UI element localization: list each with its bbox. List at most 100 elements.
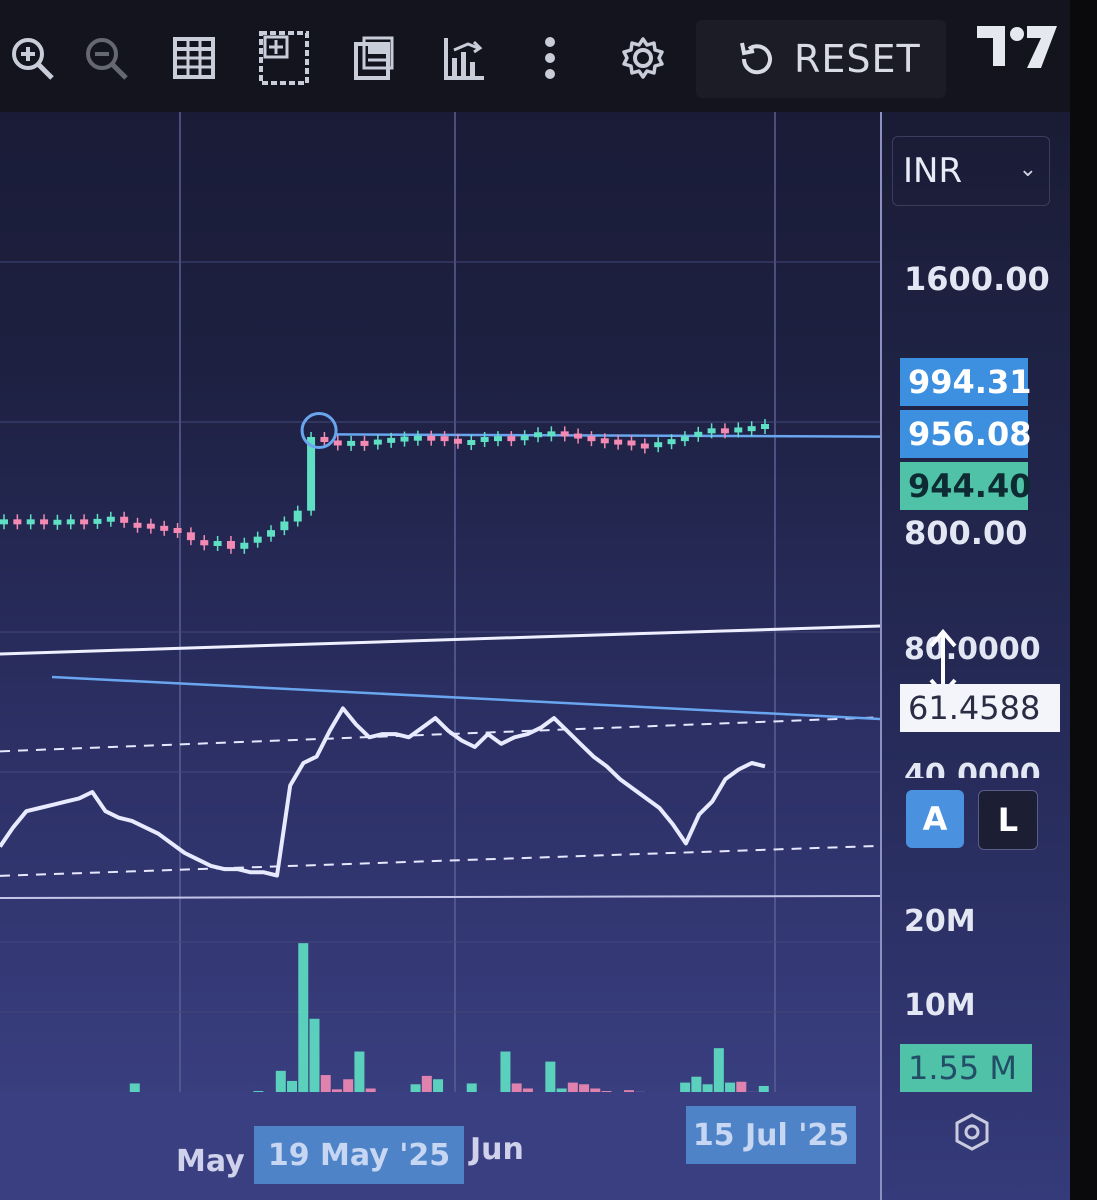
candle [40,519,49,525]
candle [267,530,276,537]
candle [186,532,195,541]
more-button[interactable] [530,30,570,86]
reset-button[interactable]: RESET [696,20,946,98]
price-tag-last: 944.40 [900,462,1031,510]
candle [707,428,716,434]
time-label-jun: Jun [470,1132,524,1167]
price-label-low: 800.00 [904,514,1028,552]
zoom-in-icon [12,38,54,80]
candle [413,435,422,441]
candle [360,440,369,446]
candle [587,436,596,442]
candle [226,541,235,549]
candle [440,436,449,442]
candle [640,443,649,449]
rsi-label-low: 40.0000 [904,758,1041,778]
candle [627,440,636,446]
candle [493,436,502,442]
price-pane [0,412,880,554]
candle [680,436,689,442]
candle [373,439,382,445]
currency-select[interactable]: INR ⌄ [892,136,1050,206]
price-label-top: 1600.00 [904,260,1050,298]
news-button[interactable] [348,30,400,86]
candle [507,436,516,442]
candle [734,427,743,433]
candle [560,431,569,437]
chevron-down-icon: ⌄ [1018,157,1037,182]
chart-settings-icon[interactable] [952,1112,992,1152]
candle [0,519,8,525]
price-tag-mid: 956.08 [900,410,1031,458]
volume-label-mid: 10M [904,988,976,1023]
candle [534,432,543,438]
pane-separator-2[interactable] [0,895,880,899]
candle [253,536,262,543]
candle [280,521,289,531]
candle [120,516,129,523]
candle [13,519,22,525]
indicators-icon [444,38,484,80]
candle [26,519,35,525]
time-badge-crosshair: 19 May '25 [254,1126,464,1184]
candle [133,522,142,528]
log-scale-button[interactable]: L [978,790,1038,850]
candle [694,431,703,437]
candle [320,437,329,442]
time-axis[interactable]: May 19 May '25 Jun 15 Jul '25 [0,1092,880,1200]
price-tag-high: 994.31 [900,358,1031,406]
pane-separator-1[interactable] [0,624,880,656]
candle [53,519,62,525]
tradingview-logo [975,22,1060,72]
toolbar: RESET [0,0,1080,112]
volume-current-tag: 1.55 M [900,1044,1032,1092]
trend-line[interactable] [51,675,880,721]
candle [93,518,102,524]
reset-label: RESET [794,37,921,81]
candle [387,437,396,443]
candle [747,426,756,432]
candle [520,435,529,441]
price-axis[interactable]: INR ⌄ 1600.00 994.31 956.08 944.40 800.0… [880,112,1072,1200]
time-label-may: May [176,1144,245,1179]
auto-scale-button[interactable]: A [906,790,964,848]
candle [453,438,462,444]
candle [146,523,155,529]
candle [600,438,609,444]
currency-label: INR [903,151,963,191]
candle [213,541,222,546]
candle [66,519,75,525]
drawing-handle[interactable] [300,412,338,449]
chart-area[interactable] [0,112,880,1172]
candle [574,433,583,439]
candle [761,424,769,429]
candle [427,435,436,441]
gear-icon [622,37,664,79]
candle [333,440,342,446]
candle [480,437,489,442]
candle [106,516,115,522]
candle [293,510,302,522]
settings-button[interactable] [618,30,668,86]
candle [667,439,676,445]
data-table-button[interactable] [166,30,222,86]
screen-bezel [1070,0,1097,1200]
candle [654,442,663,448]
reset-icon [740,42,772,75]
candle [614,439,623,445]
candle [720,428,729,434]
candle [547,431,556,437]
time-badge-last: 15 Jul '25 [686,1106,856,1164]
grid [0,112,880,1172]
rsi-current-tag: 61.4588 [900,684,1060,732]
indicators-button[interactable] [436,30,492,86]
rsi-pane [0,675,880,878]
candle [467,440,476,446]
zoom-in-button[interactable] [2,30,62,86]
news-icon [354,36,394,80]
candle [200,540,209,546]
candle [160,525,169,531]
add-panel-button[interactable] [254,30,314,86]
zoom-out-icon [86,38,128,80]
zoom-out-button[interactable] [76,30,136,86]
